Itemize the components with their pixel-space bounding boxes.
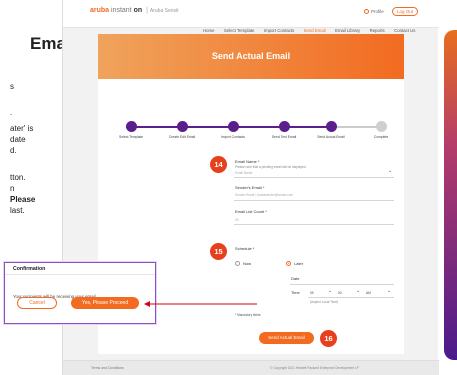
callout-arrow (144, 301, 257, 307)
